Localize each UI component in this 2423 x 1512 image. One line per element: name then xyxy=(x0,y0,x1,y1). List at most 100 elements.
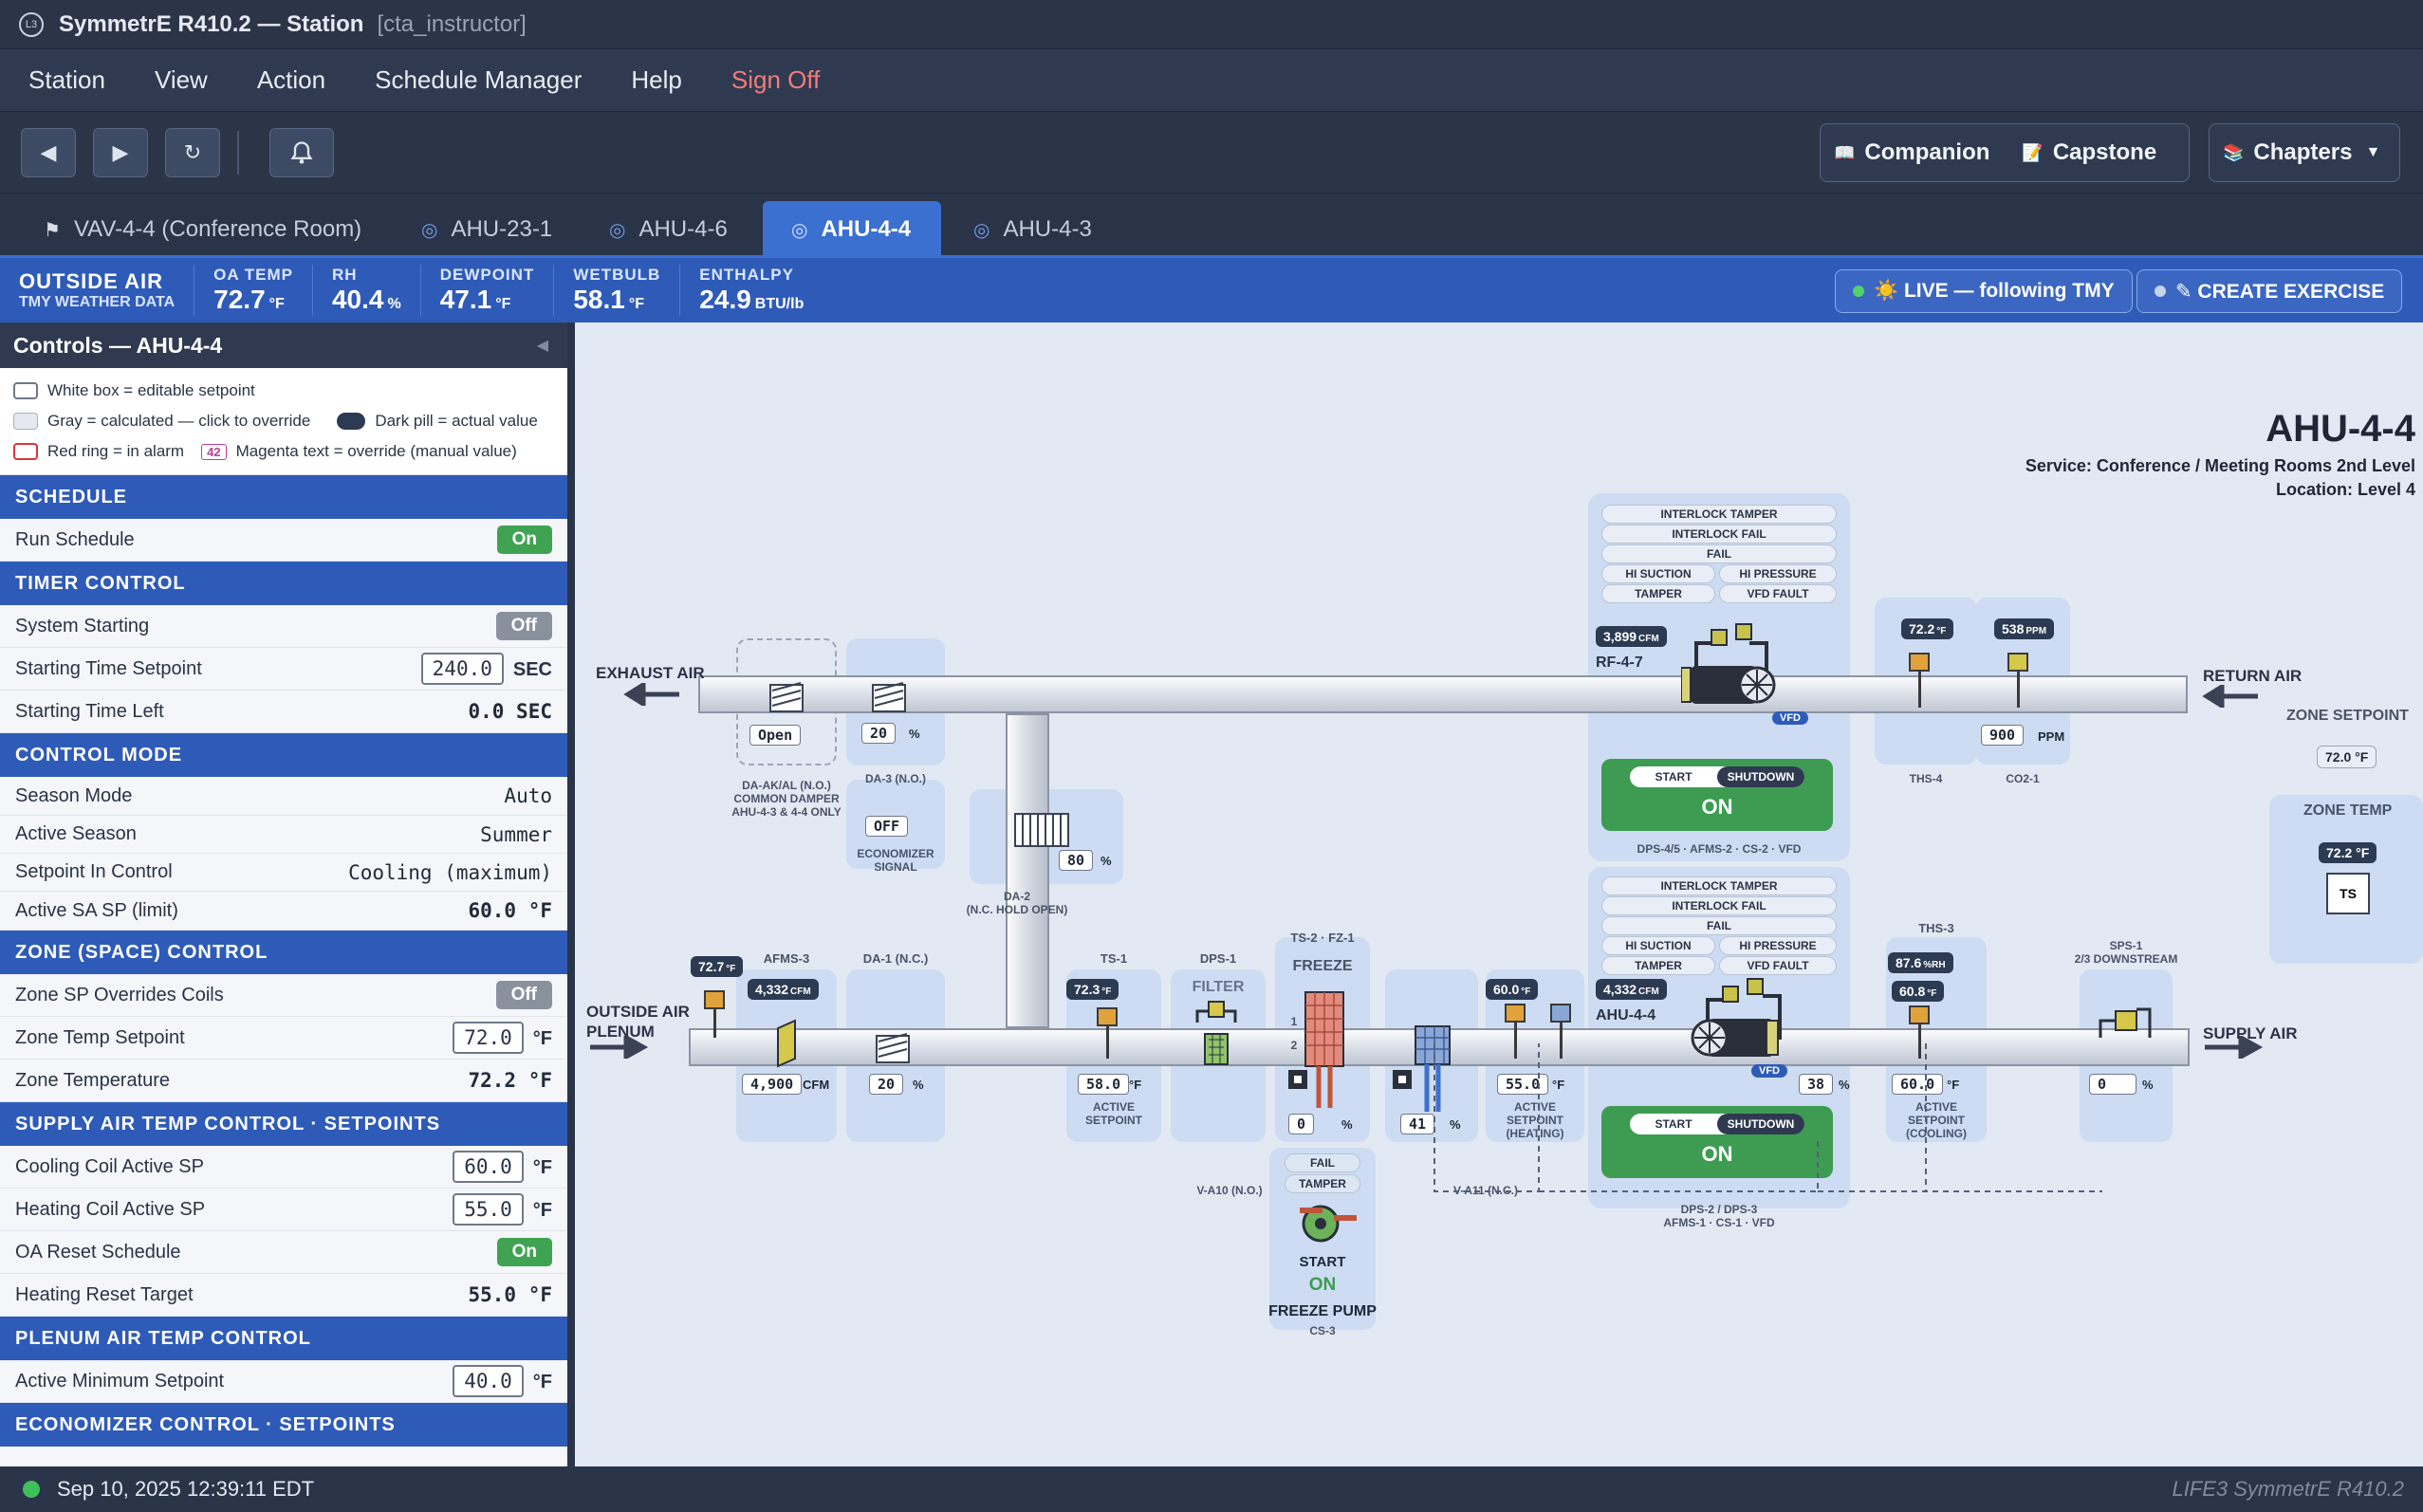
da3-label: DA-3 (N.O.) xyxy=(865,772,926,785)
active-min-sp-input[interactable]: 40.0 xyxy=(453,1364,524,1397)
rf-start-shutdown-switch[interactable]: START SHUTDOWN xyxy=(1630,766,1804,787)
zone-setpoint-value[interactable]: 72.0 °F xyxy=(2317,746,2377,768)
status-bar: Sep 10, 2025 12:39:11 EDT LIFE3 SymmetrE… xyxy=(0,1466,2423,1512)
forward-arrow-icon: ▶ xyxy=(112,140,129,164)
pump-cs-label: CS-3 xyxy=(1309,1324,1336,1337)
rf-alarm-interlock-fail: INTERLOCK FAIL xyxy=(1601,525,1837,544)
diagram-location: Location: Level 4 xyxy=(2275,480,2415,499)
tab-ahu-4-6[interactable]: ◎ AHU-4-6 xyxy=(581,201,756,258)
spiral-icon: ◎ xyxy=(973,219,990,241)
refresh-button[interactable]: ↻ xyxy=(165,128,220,177)
co2-setpoint-input[interactable]: 900 xyxy=(1981,725,2025,746)
heating-sp-input[interactable]: 55.0 xyxy=(453,1192,524,1226)
menu-sign-off[interactable]: Sign Off xyxy=(731,65,820,95)
da-ak-state[interactable]: Open xyxy=(749,725,802,746)
v-a10-value[interactable]: 0 xyxy=(1288,1114,1315,1134)
oa-plenum-line1: OUTSIDE AIR xyxy=(586,1003,690,1021)
tab-label: AHU-4-6 xyxy=(638,216,728,242)
section-timer-control: TIMER CONTROL xyxy=(0,562,567,605)
freeze-label: TS-2 · FZ-1 xyxy=(1290,931,1355,945)
tab-vav-4-4[interactable]: ⚑ VAV-4-4 (Conference Room) xyxy=(15,201,390,258)
white-box-swatch xyxy=(13,382,38,399)
enthalpy-unit: BTU/lb xyxy=(754,296,805,312)
zone-temp-sp-unit: °F xyxy=(532,1027,552,1049)
mixing-duct xyxy=(1006,713,1049,1028)
co2-sp-unit: PPM xyxy=(2038,729,2065,744)
pump-start-label: START xyxy=(1299,1254,1346,1270)
ths4-label: THS-4 xyxy=(1909,772,1943,785)
run-schedule-toggle[interactable]: On xyxy=(496,526,552,554)
econ-signal-value[interactable]: OFF xyxy=(865,816,909,837)
zone-temp-reading: 72.2 °F xyxy=(2319,842,2377,863)
rf-alarm-tamper: TAMPER xyxy=(1601,584,1715,603)
rh-label: RH xyxy=(331,266,358,284)
collapse-icon[interactable]: ◀ xyxy=(537,336,548,355)
pump-state[interactable]: ON xyxy=(1269,1275,1376,1296)
rf-alarm-vfd-fault: VFD FAULT xyxy=(1719,584,1837,603)
v-a10-label: V-A10 (N.O.) xyxy=(1196,1184,1263,1197)
sp-in-control-value: Cooling (maximum) xyxy=(348,860,552,884)
row-active-sa-sp: Active SA SP (limit) 60.0 °F xyxy=(0,892,567,931)
tab-ahu-4-4[interactable]: ◎ AHU-4-4 xyxy=(763,201,941,258)
notifications-button[interactable] xyxy=(269,128,334,177)
damper-da1-icon xyxy=(876,1033,910,1063)
menu-view[interactable]: View xyxy=(155,65,208,95)
zone-temp-sp-input[interactable]: 72.0 xyxy=(453,1021,524,1054)
oa-temp-value: 72.7 xyxy=(213,285,266,314)
ths4-sensor-icon xyxy=(1909,653,1930,672)
dewpoint-unit: °F xyxy=(495,296,511,312)
oa-temp-probe xyxy=(713,1009,716,1038)
afms3-sp-input[interactable]: 4,900 xyxy=(742,1074,803,1095)
return-fan-start-button[interactable]: START SHUTDOWN ON xyxy=(1601,759,1833,831)
zone-temp-label: Zone Temperature xyxy=(15,1069,171,1091)
ts1-sp-input[interactable]: 58.0 xyxy=(1078,1074,1130,1095)
ts1-value: 72.3 xyxy=(1074,982,1101,997)
tab-ahu-4-3[interactable]: ◎ AHU-4-3 xyxy=(945,201,1120,258)
da3-value[interactable]: 20 xyxy=(861,723,897,744)
section-plenum: PLENUM AIR TEMP CONTROL xyxy=(0,1317,567,1360)
oa-temp-sensor-icon xyxy=(704,990,725,1009)
chapters-dropdown[interactable]: 📚 Chapters ▼ xyxy=(2209,123,2400,182)
live-tmy-button[interactable]: ☀️ LIVE — following TMY xyxy=(1835,269,2133,313)
freeze-pump-icon[interactable] xyxy=(1292,1195,1359,1248)
starting-time-left-value: 0.0 SEC xyxy=(468,700,552,723)
oa-reset-toggle[interactable]: On xyxy=(496,1238,552,1266)
spiral-icon: ◎ xyxy=(421,219,438,241)
create-dot-icon xyxy=(2155,286,2166,297)
return-fan-icon[interactable] xyxy=(1681,620,1787,711)
damper-da2-icon xyxy=(1014,813,1069,847)
oa-reset-label: OA Reset Schedule xyxy=(15,1241,181,1263)
companion-capstone-group: 📖 Companion 📝 Capstone xyxy=(1820,123,2190,182)
row-season-mode: Season Mode Auto xyxy=(0,777,567,816)
rf-cfm-value: 3,899 xyxy=(1603,629,1637,644)
afms3-sp-unit: CFM xyxy=(803,1078,830,1092)
menu-help[interactable]: Help xyxy=(631,65,681,95)
starting-time-sp-input[interactable]: 240.0 xyxy=(420,652,504,685)
oa-wetbulb: WETBULB 58.1 °F xyxy=(554,265,681,316)
wetbulb-unit: °F xyxy=(628,296,644,312)
row-active-season: Active Season Summer xyxy=(0,816,567,854)
menu-action[interactable]: Action xyxy=(257,65,325,95)
da2-unit: % xyxy=(1101,854,1112,868)
da1-value[interactable]: 20 xyxy=(869,1074,904,1095)
system-starting-toggle[interactable]: Off xyxy=(495,612,552,640)
forward-button[interactable]: ▶ xyxy=(93,128,148,177)
live-label: ☀️ LIVE — following TMY xyxy=(1874,280,2115,302)
menu-station[interactable]: Station xyxy=(28,65,105,95)
da2-value[interactable]: 80 xyxy=(1059,850,1094,871)
zone-sp-override-toggle[interactable]: Off xyxy=(495,981,552,1009)
back-button[interactable]: ◀ xyxy=(21,128,76,177)
menu-schedule-manager[interactable]: Schedule Manager xyxy=(375,65,582,95)
season-mode-value[interactable]: Auto xyxy=(504,784,552,807)
row-oa-reset-schedule: OA Reset Schedule On xyxy=(0,1231,567,1274)
companion-button[interactable]: 📖 Companion xyxy=(1834,139,1989,166)
cooling-sp-input[interactable]: 60.0 xyxy=(453,1150,524,1183)
companion-label: Companion xyxy=(1864,139,1990,165)
exhaust-arrow-icon xyxy=(623,683,679,706)
rf-shutdown-label: SHUTDOWN xyxy=(1717,766,1804,787)
controls-legend: White box = editable setpoint Gray = cal… xyxy=(0,368,567,475)
create-exercise-button[interactable]: ✎ CREATE EXERCISE xyxy=(2136,269,2403,313)
tab-ahu-23-1[interactable]: ◎ AHU-23-1 xyxy=(393,201,581,258)
capstone-button[interactable]: 📝 Capstone xyxy=(2022,139,2156,166)
chapters-button[interactable]: 📚 Chapters ▼ xyxy=(2223,139,2380,166)
